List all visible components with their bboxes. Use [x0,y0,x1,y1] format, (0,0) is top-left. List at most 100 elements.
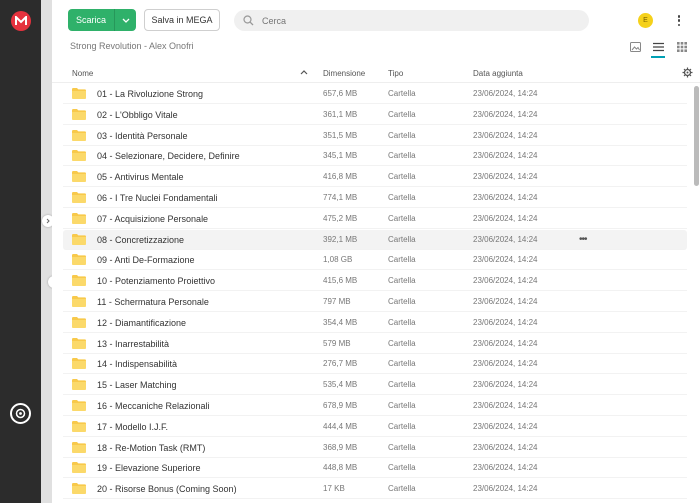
file-type: Cartella [388,255,416,265]
file-name: 16 - Meccaniche Relazionali [97,401,210,411]
file-type: Cartella [388,234,416,244]
file-size: 678,9 MB [323,401,358,410]
table-row[interactable]: 07 - Acquisizione Personale 475,2 MB Car… [63,209,687,229]
table-row[interactable]: 02 - L'Obbligo Vitale 361,1 MB Cartella … [63,105,687,125]
file-date: 23/06/2024, 14:24 [473,234,538,244]
file-name: 04 - Selezionare, Decidere, Definire [97,151,240,162]
table-row[interactable]: 18 - Re-Motion Task (RMT) 368,9 MB Carte… [63,438,687,458]
file-date: 23/06/2024, 14:24 [473,401,538,410]
file-size: 416,8 MB [323,172,358,182]
table-row[interactable]: 05 - Antivirus Mentale 416,8 MB Cartella… [63,167,687,188]
main-panel: Scarica Salva in MEGA E Strong Revolutio… [52,0,700,503]
download-button[interactable]: Scarica [68,9,136,31]
file-size: 774,1 MB [323,193,358,202]
column-type[interactable]: Tipo [388,69,403,78]
avatar[interactable]: E [638,13,653,28]
file-name: 12 - Diamantificazione [97,317,187,328]
file-size: 444,4 MB [323,421,358,431]
sidebar-bottom [0,442,41,503]
file-name: 01 - La Rivoluzione Strong [97,89,204,99]
file-size: 17 KB [323,484,345,494]
folder-icon [72,192,86,203]
sidebar-divider [41,0,52,503]
file-name: 20 - Risorse Bonus (Coming Soon) [97,484,237,495]
file-size: 475,2 MB [323,213,358,223]
search-input[interactable] [262,15,562,26]
column-date[interactable]: Data aggiunta [473,69,523,78]
folder-icon [72,108,86,120]
table-row[interactable]: 01 - La Rivoluzione Strong 657,6 MB Cart… [63,84,687,104]
file-size: 448,8 MB [323,463,358,473]
save-to-mega-button[interactable]: Salva in MEGA [144,9,220,31]
file-type: Cartella [388,130,416,140]
table-row[interactable]: 06 - I Tre Nuclei Fondamentali 774,1 MB … [63,188,687,208]
file-name: 19 - Elevazione Superiore [97,463,201,474]
thumbnail-view-icon[interactable] [628,40,642,54]
file-name: 06 - I Tre Nuclei Fondamentali [97,193,218,203]
table-row[interactable]: 15 - Laser Matching 535,4 MB Cartella 23… [63,375,687,396]
folder-icon [72,316,86,328]
folder-icon [72,88,86,99]
breadcrumb: Strong Revolution - Alex Onofri [70,41,194,51]
folder-icon [72,212,86,224]
file-date: 23/06/2024, 14:24 [473,151,538,161]
table-row[interactable]: 19 - Elevazione Superiore 448,8 MB Carte… [63,458,687,479]
file-type: Cartella [388,380,416,390]
file-type: Cartella [388,172,416,182]
file-type: Cartella [388,463,416,473]
file-type: Cartella [388,297,416,306]
file-type: Cartella [388,442,416,452]
file-date: 23/06/2024, 14:24 [473,463,538,473]
table-row[interactable]: 14 - Indispensabilità 276,7 MB Cartella … [63,354,687,375]
table-row[interactable]: 12 - Diamantificazione 354,4 MB Cartella… [63,313,687,333]
column-size[interactable]: Dimensione [323,69,365,78]
grid-view-icon[interactable] [675,40,689,54]
row-more-options-icon[interactable]: ••• [579,234,587,245]
file-type: Cartella [388,401,416,410]
table-row[interactable]: 10 - Potenziamento Proiettivo 415,6 MB C… [63,271,687,292]
file-date: 23/06/2024, 14:24 [473,172,538,182]
table-row[interactable]: 04 - Selezionare, Decidere, Definire 345… [63,146,687,167]
folder-icon [72,233,86,245]
file-date: 23/06/2024, 14:24 [473,193,538,202]
sort-ascending-icon[interactable] [300,68,308,77]
file-name: 18 - Re-Motion Task (RMT) [97,442,206,453]
folder-icon [72,379,86,391]
file-date: 23/06/2024, 14:24 [473,297,538,306]
table-row[interactable]: 03 - Identità Personale 351,5 MB Cartell… [63,126,687,146]
file-date: 23/06/2024, 14:24 [473,317,538,327]
table-row[interactable]: 17 - Modello I.J.F. 444,4 MB Cartella 23… [63,417,687,437]
scrollbar[interactable] [694,86,699,186]
file-type: Cartella [388,89,416,98]
mega-logo-icon[interactable] [11,11,31,31]
file-name: 07 - Acquisizione Personale [97,213,209,224]
column-name[interactable]: Nome [72,69,93,78]
table-row[interactable]: 13 - Inarrestabilità 579 MB Cartella 23/… [63,334,687,354]
sync-icon[interactable] [10,403,31,424]
chevron-down-icon[interactable] [115,18,136,23]
file-size: 415,6 MB [323,276,358,286]
file-size: 1,08 GB [323,255,353,265]
folder-icon [72,420,86,432]
folder-icon [72,441,86,453]
file-type: Cartella [388,484,416,494]
table-row[interactable]: 09 - Anti De-Formazione 1,08 GB Cartella… [63,250,687,271]
file-name: 13 - Inarrestabilità [97,338,170,349]
download-label: Scarica [75,15,106,25]
table-row[interactable]: 20 - Risorse Bonus (Coming Soon) 17 KB C… [63,479,687,500]
settings-gear-icon[interactable] [682,67,693,80]
table-row[interactable]: 08 - Concretizzazione 392,1 MB Cartella … [63,229,687,250]
file-date: 23/06/2024, 14:24 [473,255,538,265]
file-type: Cartella [388,109,416,119]
file-date: 23/06/2024, 14:24 [473,213,538,223]
table-row[interactable]: 11 - Schermatura Personale 797 MB Cartel… [63,292,687,312]
search-icon [243,15,254,26]
table-row[interactable]: 16 - Meccaniche Relazionali 678,9 MB Car… [63,396,687,416]
file-name: 15 - Laser Matching [97,380,177,391]
file-type: Cartella [388,213,416,223]
more-menu-icon[interactable] [675,13,683,28]
file-name: 09 - Anti De-Formazione [97,255,195,266]
file-size: 797 MB [323,297,351,306]
search-bar[interactable] [234,10,589,31]
list-view-icon[interactable] [651,40,665,58]
